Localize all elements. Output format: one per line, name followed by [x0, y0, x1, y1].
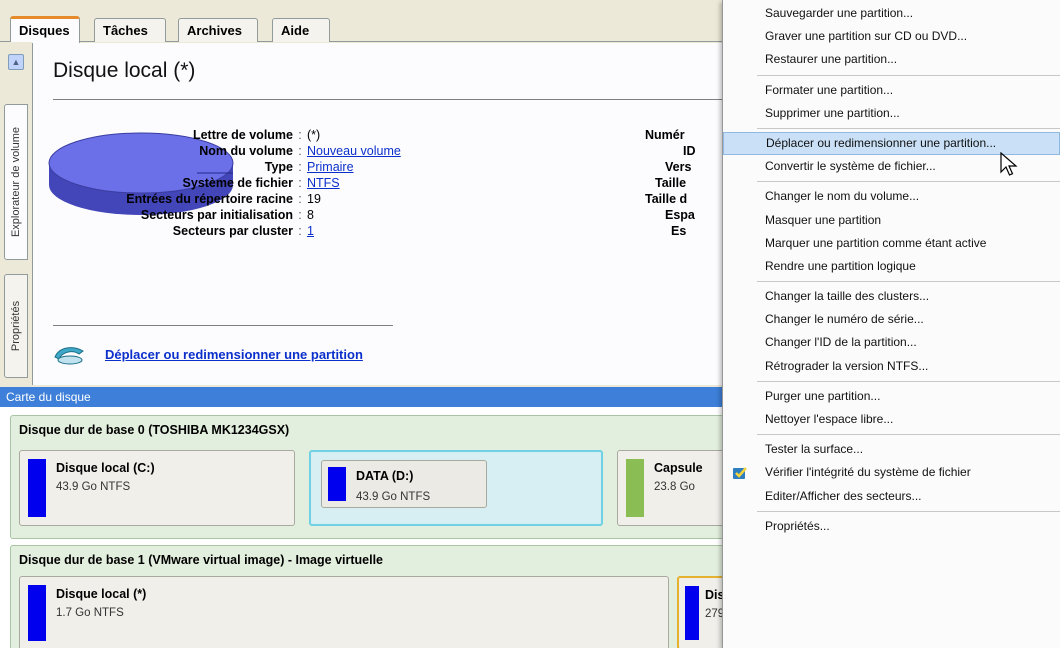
- partition-bar: [626, 459, 644, 517]
- prop-row: Nom du volume: Nouveau volume: [33, 143, 467, 159]
- menu-item-with-icon[interactable]: Vérifier l'intégrité du système de fichi…: [723, 461, 1060, 484]
- move-resize-icon: [54, 347, 84, 365]
- tab-disques[interactable]: Disques: [10, 16, 80, 43]
- scroll-up-button[interactable]: ▲: [8, 54, 24, 70]
- disk-group-1: Disque dur de base 1 (VMware virtual ima…: [10, 545, 743, 648]
- menu-separator: [757, 434, 1060, 436]
- tab-bar: Disques Tâches Archives Aide: [0, 0, 740, 43]
- menu-separator: [757, 281, 1060, 283]
- menu-item[interactable]: Changer l'ID de la partition...: [723, 331, 1060, 354]
- partition-info: 43.9 Go NTFS: [356, 491, 431, 503]
- app-window: Disques Tâches Archives Aide ▲ Explorate…: [0, 0, 1060, 648]
- menu-item[interactable]: Restaurer une partition...: [723, 48, 1060, 71]
- partition-bar: [28, 459, 46, 517]
- prop-key: Lettre de volume: [192, 128, 293, 142]
- tab-volume-explorer[interactable]: Explorateur de volume: [4, 104, 28, 260]
- menu-item[interactable]: Nettoyer l'espace libre...: [723, 408, 1060, 431]
- menu-item[interactable]: Rendre une partition logique: [723, 255, 1060, 278]
- prop-row: Type: Primaire: [33, 159, 467, 175]
- partition-capsule[interactable]: Capsule 23.8 Go: [617, 450, 727, 526]
- menu-item[interactable]: Changer la taille des clusters...: [723, 285, 1060, 308]
- prop-key: Secteurs par cluster: [172, 224, 293, 238]
- disk-map-header: Carte du disque: [0, 387, 740, 407]
- menu-item[interactable]: Rétrograder la version NTFS...: [723, 355, 1060, 378]
- menu-separator: [757, 510, 1060, 512]
- menu-item[interactable]: Supprimer une partition...: [723, 102, 1060, 125]
- partition-info: 1.7 Go NTFS: [56, 607, 124, 619]
- tab-properties[interactable]: Propriétés: [4, 274, 28, 378]
- prop-key: Nom du volume: [199, 144, 293, 158]
- partition-c[interactable]: Disque local (C:) 43.9 Go NTFS: [19, 450, 295, 526]
- partition-info: 43.9 Go NTFS: [56, 481, 131, 493]
- menu-item[interactable]: Marquer une partition comme étant active: [723, 232, 1060, 255]
- prop-key: Système de fichier: [182, 176, 293, 190]
- partition-d[interactable]: DATA (D:) 43.9 Go NTFS: [309, 450, 603, 526]
- menu-item[interactable]: Propriétés...: [723, 515, 1060, 538]
- partition-local-star[interactable]: Disque local (*) 1.7 Go NTFS: [19, 576, 669, 648]
- prop-key: Entrées du répertoire racine: [126, 192, 293, 206]
- mouse-cursor-icon: [1000, 152, 1018, 176]
- partition-info: 23.8 Go: [654, 481, 695, 493]
- properties-panel: Disque local (*) Lettre de volume: (*) No…: [32, 43, 740, 385]
- disk-title: Disque dur de base 0 (TOSHIBA MK1234GSX): [19, 423, 290, 437]
- menu-separator: [757, 380, 1060, 382]
- menu-item[interactable]: Graver une partition sur CD ou DVD...: [723, 25, 1060, 48]
- partition-bar: [28, 585, 46, 641]
- filesystem-link[interactable]: NTFS: [307, 175, 467, 191]
- tab-taches[interactable]: Tâches: [94, 18, 166, 42]
- page-title: Disque local (*): [53, 59, 196, 82]
- volume-name-link[interactable]: Nouveau volume: [307, 143, 467, 159]
- menu-item-label: Vérifier l'intégrité du système de fichi…: [765, 465, 971, 480]
- menu-item[interactable]: Tester la surface...: [723, 438, 1060, 461]
- tab-archives[interactable]: Archives: [178, 18, 258, 42]
- prop-row: Système de fichier: NTFS: [33, 175, 467, 191]
- prop-value: 19: [307, 192, 321, 206]
- partition-name: Disque local (*): [56, 587, 147, 601]
- menu-item[interactable]: Changer le nom du volume...: [723, 185, 1060, 208]
- menu-separator: [757, 127, 1060, 129]
- partition-bar: [685, 586, 699, 640]
- prop-row: Entrées du répertoire racine:19: [33, 191, 467, 207]
- disk-title: Disque dur de base 1 (VMware virtual ima…: [19, 553, 384, 567]
- menu-item[interactable]: Masquer une partition: [723, 209, 1060, 232]
- check-filesystem-icon: [733, 467, 747, 480]
- menu-item[interactable]: Sauvegarder une partition...: [723, 2, 1060, 25]
- menu-item[interactable]: Purger une partition...: [723, 385, 1060, 408]
- prop-row: Lettre de volume: (*): [33, 127, 467, 143]
- sectors-per-cluster-link[interactable]: 1: [307, 223, 467, 239]
- prop-row: Secteurs par initialisation:8: [33, 207, 467, 223]
- menu-item[interactable]: Changer le numéro de série...: [723, 308, 1060, 331]
- prop-key: Type: [264, 160, 293, 174]
- resize-action[interactable]: Déplacer ou redimensionner une partition: [53, 343, 363, 365]
- action-divider: [53, 325, 393, 326]
- menu-separator: [757, 181, 1060, 183]
- property-list: Lettre de volume: (*) Nom du volume: Nouve…: [33, 127, 467, 239]
- tab-volume-explorer-label: Explorateur de volume: [10, 126, 22, 238]
- menu-item[interactable]: Formater une partition...: [723, 79, 1060, 102]
- type-link[interactable]: Primaire: [307, 159, 467, 175]
- tab-aide[interactable]: Aide: [272, 18, 330, 42]
- menu-item[interactable]: Editer/Afficher des secteurs...: [723, 485, 1060, 508]
- context-menu: Sauvegarder une partition... Graver une …: [722, 0, 1060, 648]
- partition-name: Disque local (C:): [56, 461, 155, 475]
- resize-action-link[interactable]: Déplacer ou redimensionner une partition: [105, 347, 363, 362]
- partition-name: DATA (D:): [356, 469, 414, 483]
- prop-value: 8: [307, 208, 314, 222]
- disk-group-0: Disque dur de base 0 (TOSHIBA MK1234GSX)…: [10, 415, 740, 539]
- partition-inner: DATA (D:) 43.9 Go NTFS: [321, 460, 487, 508]
- prop-row: Secteurs par cluster:1: [33, 223, 467, 239]
- prop-value: (*): [307, 128, 321, 142]
- tab-properties-label: Propriétés: [10, 300, 22, 352]
- menu-separator: [757, 74, 1060, 76]
- title-divider: [53, 99, 739, 100]
- partition-name: Capsule: [654, 461, 703, 475]
- disk-map: Disque dur de base 0 (TOSHIBA MK1234GSX)…: [0, 407, 743, 648]
- side-tab-strip: ▲ Explorateur de volume Propriétés: [0, 42, 32, 384]
- partition-bar: [328, 467, 346, 501]
- prop-key: Secteurs par initialisation: [140, 208, 293, 222]
